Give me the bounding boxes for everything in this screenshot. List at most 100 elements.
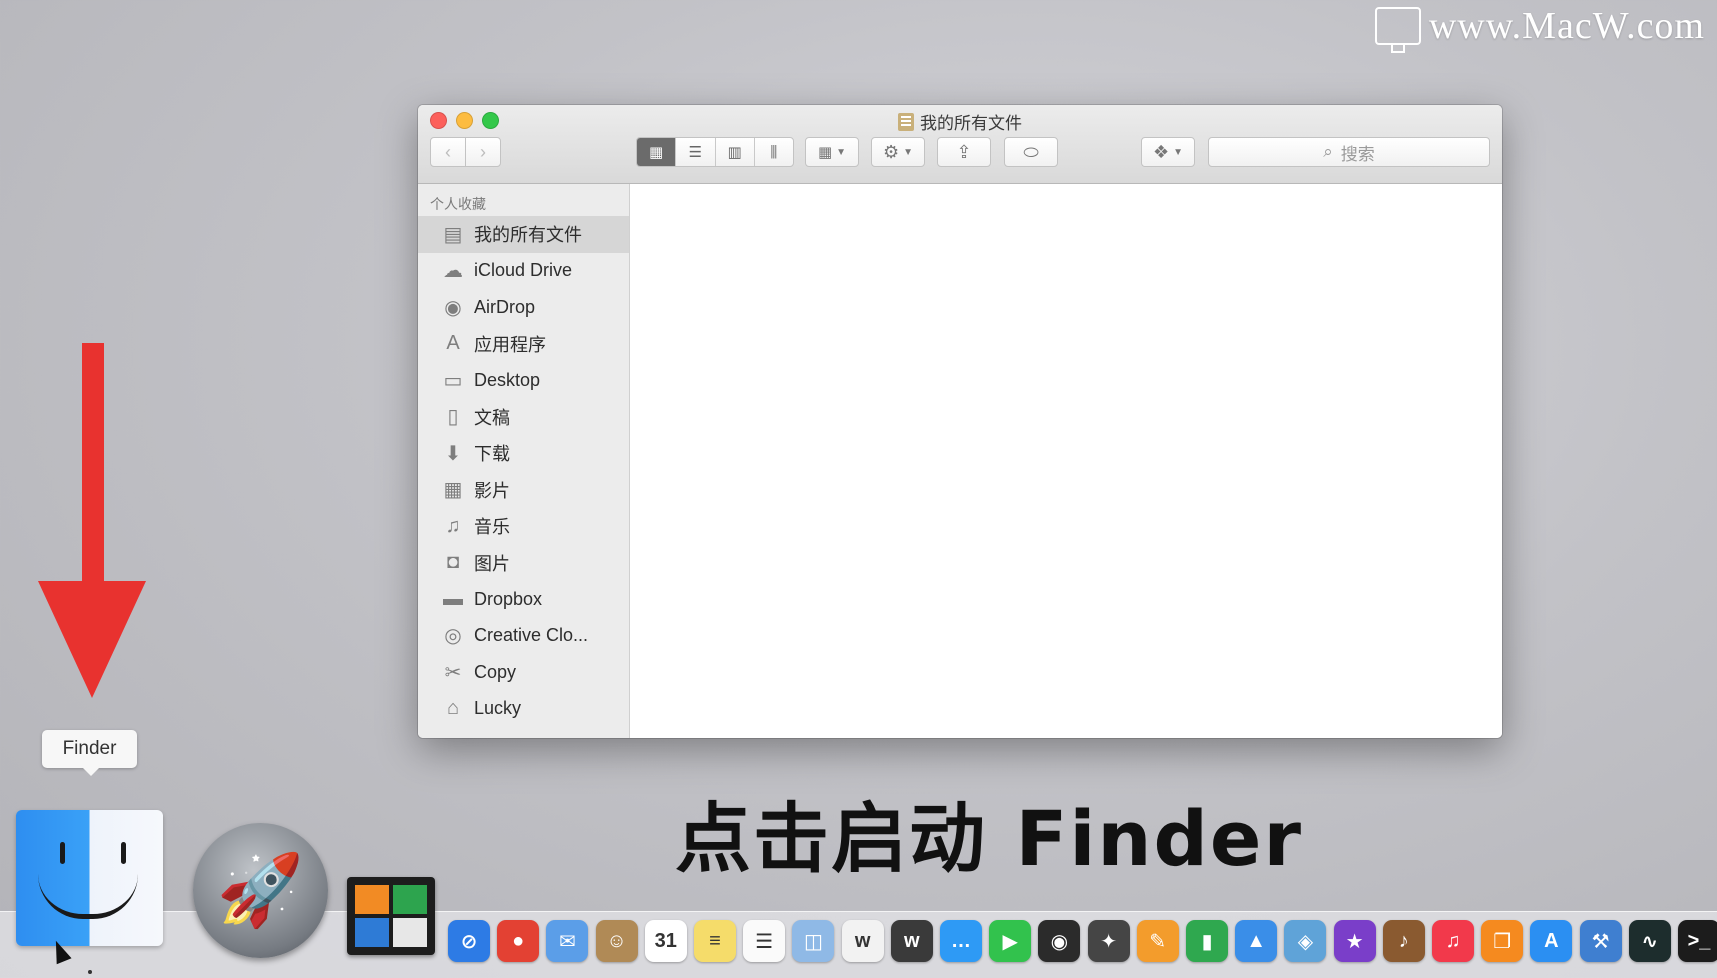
action-button[interactable]: ⚙ ▼ xyxy=(871,137,925,167)
sidebar-item-label: iCloud Drive xyxy=(474,260,573,281)
applications-icon: A xyxy=(446,332,460,355)
chevron-down-icon: ▼ xyxy=(903,146,914,158)
sidebar-item[interactable]: ⌂ Lucky xyxy=(418,691,629,728)
chevron-left-icon: ‹ xyxy=(445,141,451,162)
list-view-button[interactable]: ☰ xyxy=(676,138,716,166)
search-field[interactable]: ⌕ 搜索 xyxy=(1208,137,1490,167)
sidebar-item[interactable]: ▦ 影片 xyxy=(418,472,629,509)
iphoto-icon[interactable]: ◈ xyxy=(1284,920,1327,962)
sidebar-item-label: 图片 xyxy=(474,553,510,574)
view-mode-group: ▦ ☰ ▥ ⫼ xyxy=(636,137,794,167)
dropbox-button[interactable]: ❖ ▼ xyxy=(1141,137,1195,167)
sidebar-item[interactable]: ▤ 我的所有文件 xyxy=(418,216,629,253)
sidebar-item[interactable]: ✂ Copy xyxy=(418,654,629,691)
final-cut-icon[interactable]: ✦ xyxy=(1087,920,1130,962)
sidebar-item[interactable]: ▯ 文稿 xyxy=(418,399,629,436)
finder-window[interactable]: 我的所有文件 ‹ › ▦ ☰ ▥ ⫼ ▦ ▼ ⚙ ▼ ⇪ ⬭ ❖ ▼ ⌕ 搜索 个人收… xyxy=(418,105,1502,738)
numbers-icon[interactable]: ▮ xyxy=(1186,920,1228,962)
music-icon: ♫ xyxy=(445,514,461,537)
search-placeholder: 搜索 xyxy=(1340,144,1375,164)
sidebar-item[interactable]: ⬇ 下载 xyxy=(418,435,629,472)
mail-icon[interactable]: ✉ xyxy=(546,920,589,962)
sidebar-item-label: 影片 xyxy=(474,480,510,501)
preview-icon[interactable]: ◫ xyxy=(792,920,835,962)
ibooks-icon[interactable]: ❐ xyxy=(1481,920,1524,962)
sidebar-item-label: 我的所有文件 xyxy=(474,225,582,246)
messages-icon[interactable]: … xyxy=(940,920,982,962)
chrome-icon[interactable]: ● xyxy=(497,920,540,962)
caption: 点击启动 Finder xyxy=(675,794,1303,883)
sidebar-item-label: Dropbox xyxy=(474,588,543,609)
sidebar-item-label: AirDrop xyxy=(474,296,536,317)
finder-dock-icon[interactable] xyxy=(16,810,163,946)
downloads-icon: ⬇ xyxy=(444,442,462,465)
itunes-icon[interactable]: ♫ xyxy=(1432,920,1474,962)
photo-app-dock-icon[interactable] xyxy=(347,877,435,955)
icon-view-button[interactable]: ▦ xyxy=(637,138,677,166)
folder-icon: ▬ xyxy=(443,587,463,610)
activity-monitor-icon[interactable]: ∿ xyxy=(1628,920,1671,962)
tag-icon: ⬭ xyxy=(1023,141,1039,162)
share-button[interactable]: ⇪ xyxy=(937,137,991,167)
sidebar: 个人收藏 ▤ 我的所有文件 ☁ iCloud Drive ◉ AirDrop A 应用程序 ▭ D… xyxy=(418,184,630,738)
pages-icon[interactable]: ✎ xyxy=(1136,920,1179,962)
sidebar-item-label: 下载 xyxy=(474,444,510,465)
back-button[interactable]: ‹ xyxy=(430,137,466,167)
share-icon: ⇪ xyxy=(956,141,972,162)
sidebar-item-label: Desktop xyxy=(474,369,541,390)
launchpad-dock-icon[interactable]: 🚀 xyxy=(193,823,328,958)
writer-dark-icon[interactable]: w xyxy=(890,920,933,962)
xcode-icon[interactable]: ⚒ xyxy=(1579,920,1622,962)
notes-icon[interactable]: ≡ xyxy=(694,920,736,962)
chevron-down-icon: ▼ xyxy=(836,146,847,158)
column-view-button[interactable]: ▥ xyxy=(716,138,755,166)
photo-booth-icon[interactable]: ◉ xyxy=(1038,920,1081,962)
window-toolbar: 我的所有文件 ‹ › ▦ ☰ ▥ ⫼ ▦ ▼ ⚙ ▼ ⇪ ⬭ ❖ ▼ ⌕ 搜索 xyxy=(418,105,1502,184)
sidebar-section-header: 个人收藏 xyxy=(430,196,486,212)
sidebar-item[interactable]: ◘ 图片 xyxy=(418,545,629,582)
keynote-icon[interactable]: ▲ xyxy=(1235,920,1278,962)
cover-flow-button[interactable]: ⫼ xyxy=(755,138,793,166)
facetime-icon[interactable]: ▶ xyxy=(989,920,1032,962)
sidebar-item-label: Creative Clo... xyxy=(474,625,589,646)
imovie-icon[interactable]: ★ xyxy=(1333,920,1376,962)
sidebar-item[interactable]: ♫ 音乐 xyxy=(418,508,629,545)
tag-button[interactable]: ⬭ xyxy=(1004,137,1058,167)
grid-icon: ▦ xyxy=(817,144,833,161)
movies-icon: ▦ xyxy=(443,479,463,502)
arrange-button[interactable]: ▦ ▼ xyxy=(805,137,859,167)
all-files-icon xyxy=(898,112,914,131)
documents-icon: ▯ xyxy=(447,406,459,429)
garageband-icon[interactable]: ♪ xyxy=(1382,920,1425,962)
sidebar-item-label: Copy xyxy=(474,661,517,682)
window-title-text: 我的所有文件 xyxy=(920,114,1022,133)
sidebar-item-label: 音乐 xyxy=(474,517,510,538)
file-content-area[interactable] xyxy=(630,184,1502,738)
sidebar-item[interactable]: ◎ Creative Clo... xyxy=(418,618,629,655)
sidebar-item-label: Lucky xyxy=(474,698,522,719)
calendar-icon[interactable]: 31 xyxy=(644,920,687,962)
window-title: 我的所有文件 xyxy=(418,109,1502,134)
contacts-icon[interactable]: ☺ xyxy=(595,920,638,962)
desktop-icon: ▭ xyxy=(443,369,463,392)
airdrop-icon: ◉ xyxy=(444,296,462,319)
copy-icon: ✂ xyxy=(444,661,462,684)
watermark-text: www.MacW.com xyxy=(1428,5,1705,47)
sidebar-item[interactable]: A 应用程序 xyxy=(418,326,629,363)
home-icon: ⌂ xyxy=(446,697,460,720)
terminal-icon[interactable]: >_ xyxy=(1678,920,1717,962)
dropbox-icon: ❖ xyxy=(1152,141,1170,162)
writer-icon[interactable]: w xyxy=(841,920,884,962)
sidebar-list: ▤ 我的所有文件 ☁ iCloud Drive ◉ AirDrop A 应用程序 ▭ Deskto… xyxy=(418,216,629,727)
sidebar-item[interactable]: ▬ Dropbox xyxy=(418,581,629,618)
cloud-icon: ☁ xyxy=(443,260,463,283)
reminders-icon[interactable]: ☰ xyxy=(743,920,786,962)
sidebar-item[interactable]: ◉ AirDrop xyxy=(418,289,629,326)
sidebar-item[interactable]: ☁ iCloud Drive xyxy=(418,253,629,290)
rocket-icon: 🚀 xyxy=(216,850,305,929)
forward-button[interactable]: › xyxy=(465,137,501,167)
app-store-icon[interactable]: A xyxy=(1530,920,1573,962)
sidebar-item[interactable]: ▭ Desktop xyxy=(418,362,629,399)
safari-icon[interactable]: ⊘ xyxy=(448,920,490,962)
sidebar-item-label: 应用程序 xyxy=(474,334,546,355)
